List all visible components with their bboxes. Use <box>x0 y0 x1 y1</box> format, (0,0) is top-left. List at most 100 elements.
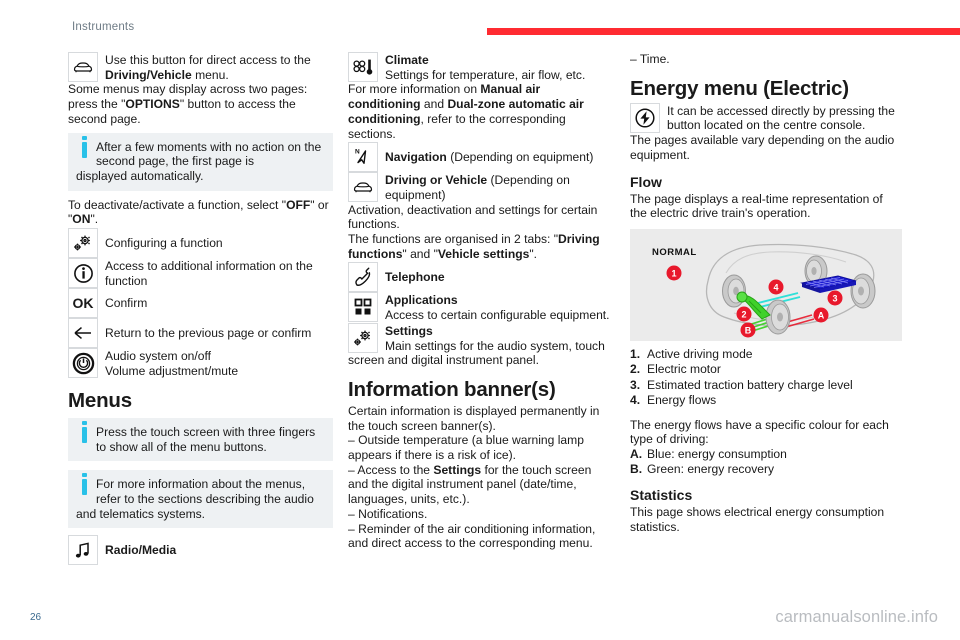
driving-vehicle-title: Driving or Vehicle <box>385 173 488 188</box>
note-box-three-fingers: Press the touch screen with three finger… <box>68 417 333 462</box>
deactivate-text-c: ". <box>90 212 99 227</box>
svg-text:1: 1 <box>671 268 676 278</box>
energy-pages-paragraph: The pages available vary depending on th… <box>630 133 895 162</box>
svg-text:A: A <box>818 310 825 320</box>
music-note-icon <box>68 535 98 566</box>
svg-text:N: N <box>355 149 360 156</box>
note-more-information-text-cont: and telematics systems. <box>76 506 206 521</box>
audio-onoff-label: Audio system on/off <box>105 349 211 364</box>
banner-item-settings: – Access to the Settings for the touch s… <box>348 463 613 507</box>
watermark: carmanualsonline.info <box>775 608 938 626</box>
energy-button-text: It can be accessed directly by pressing … <box>667 103 895 133</box>
climate-para-b: and <box>420 97 448 112</box>
row-settings: Settings Main settings for the audio sys… <box>348 322 613 353</box>
row-climate: Climate Settings for temperature, air fl… <box>348 52 613 82</box>
driving-tabs-a: The functions are organised in 2 tabs: " <box>348 232 559 247</box>
climate-para-a: For more information on <box>348 82 481 97</box>
settings-keyword: Settings <box>433 462 482 477</box>
telephone-icon <box>348 262 378 293</box>
vehicle-button-text-bold: Driving/Vehicle <box>105 67 192 82</box>
flow-colour-letter-a: A. <box>630 446 643 461</box>
climate-text: Climate Settings for temperature, air fl… <box>385 52 613 82</box>
page-header-title: Instruments <box>72 21 135 33</box>
flow-colour-label-b: Green: energy recovery <box>647 461 775 476</box>
compass-north-icon: N <box>348 142 378 173</box>
vehicle-settings-keyword: Vehicle settings <box>437 246 530 261</box>
flow-colour-list: A. Blue: energy consumption B. Green: ener… <box>630 447 902 476</box>
row-return-previous: Return to the previous page or confirm <box>68 318 333 349</box>
svg-text:3: 3 <box>832 293 837 303</box>
legend-label-2: Electric motor <box>647 362 721 377</box>
row-confirm: OK Confirm <box>68 288 333 319</box>
return-previous-label: Return to the previous page or confirm <box>105 326 312 341</box>
settings-text: Settings Main settings for the audio sys… <box>385 323 613 353</box>
information-banner-heading: Information banner(s) <box>348 377 556 401</box>
page-number: 26 <box>30 612 42 623</box>
info-icon <box>82 473 87 496</box>
applications-title: Applications <box>385 293 458 308</box>
menus-heading: Menus <box>68 388 132 412</box>
power-icon <box>68 348 98 379</box>
legend-number-1: 1. <box>630 346 641 361</box>
note-box-first-page: After a few moments with no action on th… <box>68 132 333 191</box>
flow-heading: Flow <box>630 173 662 190</box>
row-configuring-function: Configuring a function <box>68 228 333 259</box>
list-item: 3. Estimated traction battery charge leve… <box>630 378 902 393</box>
confirm-label: Confirm <box>105 296 148 311</box>
navigation-suffix: (Depending on equipment) <box>446 149 594 164</box>
deactivate-paragraph: To deactivate/activate a function, selec… <box>68 198 333 227</box>
vehicle-button-text-b: menu. <box>191 67 229 82</box>
list-item: 4. Energy flows <box>630 393 902 408</box>
list-item: 2. Electric motor <box>630 362 902 377</box>
row-navigation: N Navigation (Depending on equipment) <box>348 142 613 173</box>
gear-config-icon <box>348 322 378 353</box>
page-columns: Use this button for direct access to the… <box>0 52 960 592</box>
banner-intro-paragraph: Certain information is displayed permane… <box>348 403 600 433</box>
list-item: A. Blue: energy consumption <box>630 447 902 462</box>
climate-paragraph: For more information on Manual air condi… <box>348 82 613 141</box>
fan-thermometer-icon <box>348 52 378 82</box>
telephone-label: Telephone <box>385 270 445 285</box>
energy-flow-diagram: NORMAL 1 2 3 4 A B <box>630 228 902 341</box>
car-front-icon <box>348 172 378 203</box>
arrow-left-icon <box>68 318 98 349</box>
vehicle-button-row: Use this button for direct access to the… <box>68 52 333 82</box>
options-keyword: OPTIONS <box>125 97 180 112</box>
climate-title: Climate <box>385 53 429 67</box>
legend-label-4: Energy flows <box>647 393 717 408</box>
flow-colour-label-a: Blue: energy consumption <box>647 446 787 461</box>
svg-text:4: 4 <box>773 282 778 292</box>
audio-power-label: Audio system on/off Volume adjustment/mu… <box>105 348 333 378</box>
banner-item-notifications: – Notifications. <box>348 506 428 521</box>
statistics-heading: Statistics <box>630 487 693 504</box>
row-radio-media: Radio/Media <box>68 535 333 566</box>
vehicle-button-text: Use this button for direct access to the… <box>105 52 333 82</box>
additional-information-label: Access to additional information on the … <box>105 259 313 288</box>
row-additional-information: Access to additional information on the … <box>68 258 333 289</box>
ok-icon: OK <box>68 288 98 319</box>
flows-intro-paragraph: The energy flows have a specific colour … <box>630 417 889 447</box>
navigation-title: Navigation <box>385 149 447 164</box>
apps-grid-icon <box>348 292 378 323</box>
energy-menu-heading: Energy menu (Electric) <box>630 76 849 100</box>
note-more-information-text: For more information about the menus, re… <box>96 477 314 506</box>
column-right: – Time. Energy menu (Electric) It can be… <box>630 52 902 535</box>
note-three-fingers-text: Press the touch screen with three finger… <box>96 424 316 454</box>
info-icon <box>82 420 87 443</box>
applications-desc: Access to certain configurable equipment… <box>385 308 610 323</box>
row-energy-button: It can be accessed directly by pressing … <box>630 102 902 133</box>
off-keyword: OFF <box>286 197 311 212</box>
header-accent-rule <box>487 28 960 35</box>
row-audio-power: Audio system on/off Volume adjustment/mu… <box>68 348 333 379</box>
settings-desc-cont: screen and digital instrument panel. <box>348 353 539 368</box>
legend-number-4: 4. <box>630 393 641 408</box>
settings-desc: Main settings for the audio system, touc… <box>385 338 605 353</box>
row-telephone: Telephone <box>348 262 613 293</box>
flow-colour-letter-b: B. <box>630 461 643 476</box>
statistics-paragraph: This page shows electrical energy consum… <box>630 505 885 535</box>
banner-item-time: – Time. <box>630 52 670 66</box>
navigation-text: Navigation (Depending on equipment) <box>385 150 613 165</box>
on-keyword: ON <box>72 212 91 227</box>
svg-text:2: 2 <box>741 309 746 319</box>
column-middle: Climate Settings for temperature, air fl… <box>348 52 613 551</box>
